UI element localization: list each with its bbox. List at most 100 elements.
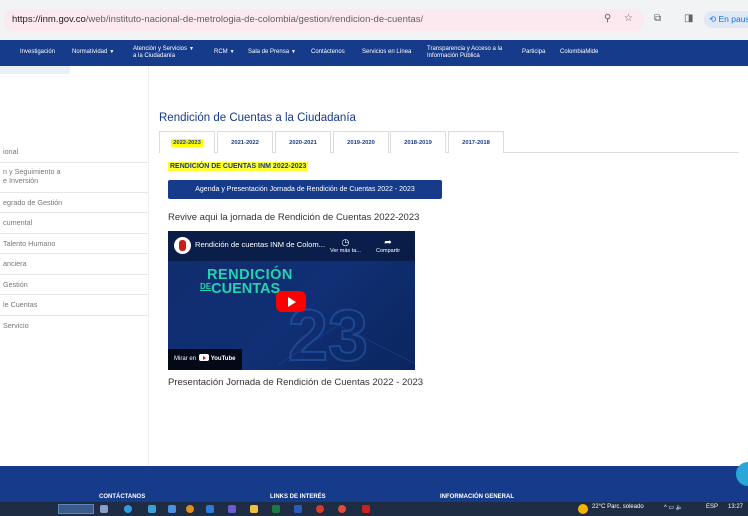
channel-logo-icon[interactable] — [174, 237, 191, 254]
nav-sala-prensa[interactable]: Sala de Prensa ▼ — [248, 49, 296, 56]
caret-down-icon: ▼ — [109, 49, 115, 55]
sidebar-item-label: le Cuentas — [3, 300, 38, 309]
address-bar[interactable]: https://inm.gov.co/web/instituto-naciona… — [4, 9, 644, 31]
youtube-label: YouTube — [210, 356, 236, 362]
weather-icon — [578, 504, 588, 514]
tray-icons[interactable]: ^ ▭ 🔈 — [664, 504, 683, 511]
sidepanel-icon[interactable]: ◨ — [684, 13, 693, 24]
tab-2019-2020[interactable]: 2019-2020 — [333, 131, 389, 153]
agenda-presentation-button[interactable]: Agenda y Presentación Jornada de Rendici… — [168, 180, 442, 199]
weather-text[interactable]: 22°C Parc. soleado — [592, 504, 644, 510]
outlook-icon[interactable] — [206, 505, 214, 513]
sidebar-item-label: egrado de Gestión — [3, 198, 63, 207]
tab-label: 2018-2019 — [404, 140, 432, 146]
nav-label: Participa — [522, 49, 546, 55]
zoom-icon[interactable]: ⚲ — [604, 13, 611, 24]
sidebar-item-label: Talento Humano — [3, 239, 56, 248]
store-icon[interactable] — [148, 505, 156, 513]
footer-info-heading: INFORMACIÓN GENERAL — [440, 494, 514, 500]
caret-down-icon: ▼ — [189, 46, 194, 52]
nav-investigacion[interactable]: Investigación — [20, 49, 55, 56]
sidebar-item-label: cumental — [3, 218, 33, 227]
file-explorer-icon[interactable] — [250, 505, 258, 513]
sidebar-item-label: n y Seguimiento a — [3, 167, 61, 176]
nav-normatividad[interactable]: Normatividad ▼ — [72, 49, 114, 56]
paused-label: En pausa — [718, 14, 748, 24]
nav-label: Transparencia y Acceso a la — [427, 46, 503, 52]
sidebar-item[interactable]: anciera — [0, 254, 148, 275]
chrome-icon[interactable] — [316, 505, 324, 513]
watch-later-label: Ver más ta... — [330, 248, 361, 254]
submenu-shade — [0, 66, 70, 74]
sidebar-item[interactable]: ional — [0, 142, 148, 163]
caret-down-icon: ▼ — [291, 49, 296, 55]
nav-participa[interactable]: Participa — [522, 49, 545, 56]
nav-label: RCM — [214, 49, 228, 55]
language-indicator[interactable]: ESP — [706, 504, 718, 510]
os-taskbar: 22°C Parc. soleado ^ ▭ 🔈 ESP 13:27 — [0, 502, 748, 516]
nav-label: Investigación — [20, 49, 56, 55]
sidebar-item-label: anciera — [3, 259, 27, 268]
main-navigation: Investigación Normatividad ▼ Atención y S… — [0, 40, 748, 66]
nav-atencion-servicios[interactable]: Atención y Servicios ▼ a la Ciudadanía — [133, 46, 194, 60]
watch-later-button[interactable]: ◷ Ver más ta... — [330, 237, 361, 254]
word-icon[interactable] — [294, 505, 302, 513]
nav-label: Servicios en Línea — [362, 49, 412, 55]
youtube-embed[interactable]: 23 Rendición de cuentas INM de Colom... … — [168, 231, 415, 370]
excel-icon[interactable] — [272, 505, 280, 513]
year-tabs: 2022-2023 2021-2022 2020-2021 2019-2020 … — [159, 131, 739, 153]
chrome-profile-icon[interactable] — [338, 505, 346, 513]
tab-label: 2021-2022 — [231, 140, 259, 146]
tab-2021-2022[interactable]: 2021-2022 — [217, 131, 273, 153]
sidebar-item[interactable]: le Cuentas — [0, 295, 148, 316]
nav-servicios-linea[interactable]: Servicios en Línea — [362, 49, 411, 56]
watch-on-youtube-button[interactable]: Mirar en YouTube — [168, 349, 242, 370]
play-icon — [288, 297, 296, 307]
sidebar-item[interactable]: Servicio — [0, 316, 148, 336]
caret-down-icon: ▼ — [229, 49, 235, 55]
sidebar-item[interactable]: cumental — [0, 213, 148, 234]
video-headline-cuentas: CUENTAS — [211, 281, 281, 297]
task-view-icon[interactable] — [100, 505, 108, 513]
tab-2018-2019[interactable]: 2018-2019 — [390, 131, 446, 153]
tab-label: 2020-2021 — [289, 140, 317, 146]
clock[interactable]: 13:27 — [728, 504, 743, 510]
url-host: https://inm.gov.co — [12, 14, 86, 25]
nav-contactenos[interactable]: Contáctenos — [311, 49, 345, 56]
nav-colombiamide[interactable]: ColombiaMide — [560, 49, 598, 56]
mail-icon[interactable] — [168, 505, 176, 513]
firefox-icon[interactable] — [186, 505, 194, 513]
nav-label: Atención y Servicios — [133, 46, 188, 52]
bookmark-star-icon[interactable]: ☆ — [624, 13, 633, 24]
profile-paused-chip[interactable]: ⟲ En pausa — [704, 11, 748, 28]
nav-label-line2: Información Pública — [427, 53, 480, 59]
play-button[interactable] — [276, 291, 306, 312]
nav-label: Sala de Prensa — [248, 49, 290, 55]
sidebar-item[interactable]: Talento Humano — [0, 234, 148, 254]
tab-2017-2018[interactable]: 2017-2018 — [448, 131, 504, 153]
nav-transparencia[interactable]: Transparencia y Acceso a la Información P… — [427, 46, 502, 60]
sidebar-item[interactable]: egrado de Gestión — [0, 193, 148, 213]
presentation-text: Presentación Jornada de Rendición de Cue… — [168, 377, 424, 388]
extensions-icon[interactable]: ⧉ — [654, 13, 661, 24]
teams-icon[interactable] — [228, 505, 236, 513]
sidebar-item[interactable]: n y Seguimiento ae Inversión — [0, 163, 148, 193]
start-widget[interactable] — [58, 504, 94, 514]
video-headline-2: DECUENTAS — [200, 281, 280, 297]
edge-browser-icon[interactable] — [124, 505, 132, 513]
video-title[interactable]: Rendición de cuentas INM de Colom... — [195, 240, 325, 249]
browser-toolbar: https://inm.gov.co/web/instituto-naciona… — [0, 0, 748, 40]
share-button[interactable]: ➦ Compartir — [376, 237, 400, 254]
share-icon: ➦ — [384, 237, 392, 247]
content-divider — [148, 66, 149, 466]
video-headline-de: DE — [200, 282, 212, 291]
nav-rcm[interactable]: RCM ▼ — [214, 49, 235, 56]
acrobat-icon[interactable] — [362, 505, 370, 513]
tab-2020-2021[interactable]: 2020-2021 — [275, 131, 331, 153]
sidebar-item-label: Servicio — [3, 321, 29, 330]
tab-label: 2022-2023 — [171, 139, 203, 147]
sidebar-item[interactable]: Gestión — [0, 275, 148, 295]
watch-on-label: Mirar en — [174, 356, 197, 362]
site-footer: CONTÁCTANOS LINKS DE INTERÉS INFORMACIÓN… — [0, 466, 748, 502]
tab-2022-2023[interactable]: 2022-2023 — [159, 131, 215, 153]
